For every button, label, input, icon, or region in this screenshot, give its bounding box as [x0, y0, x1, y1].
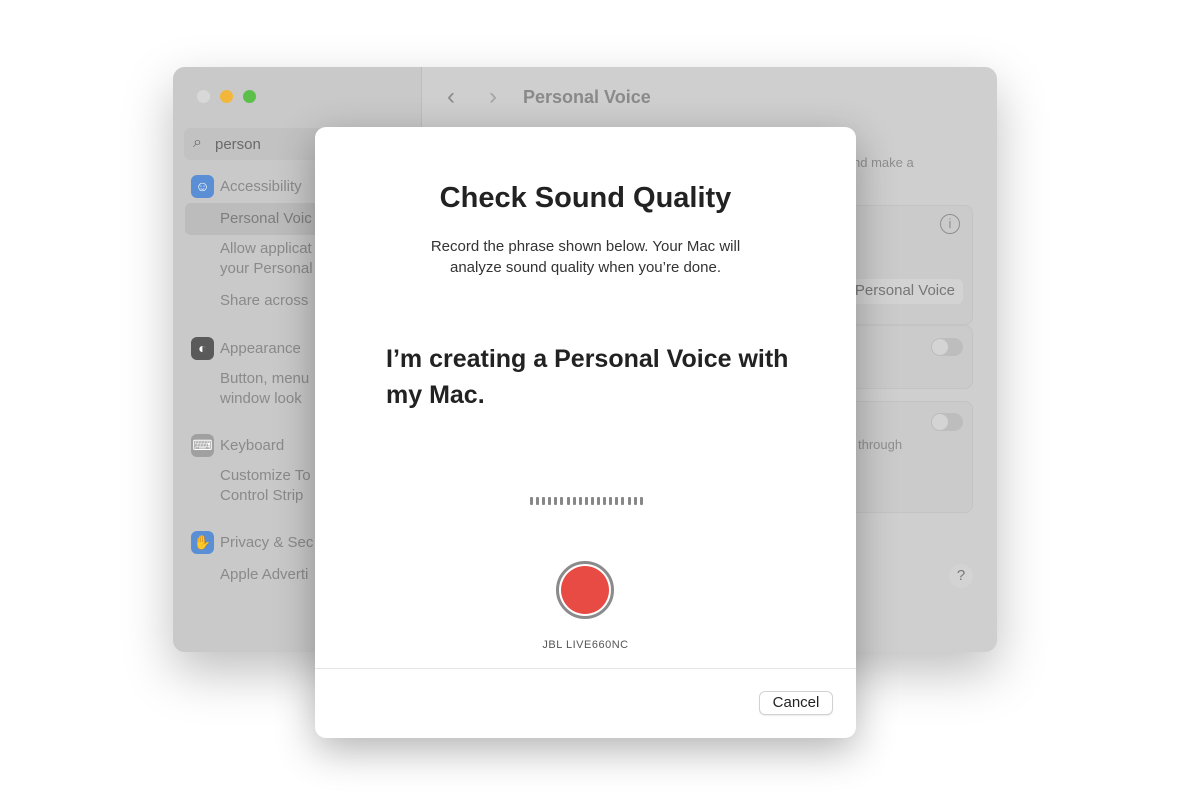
- sidebar-section-keyboard[interactable]: Keyboard: [220, 436, 284, 456]
- sidebar-item-share-across[interactable]: Share across: [220, 291, 308, 311]
- hand-icon: ✋: [191, 531, 214, 554]
- appearance-icon: ◐: [191, 337, 214, 360]
- item-label: Allow applicat: [220, 240, 312, 257]
- keyboard-icon: ⌨: [191, 434, 214, 457]
- close-window-button[interactable]: [197, 90, 210, 103]
- toggle-switch[interactable]: [931, 338, 963, 356]
- forward-button[interactable]: ›: [489, 83, 497, 111]
- record-button[interactable]: [556, 561, 614, 619]
- level-bar: [615, 497, 619, 505]
- page-title: Personal Voice: [523, 87, 651, 107]
- back-button[interactable]: ‹: [447, 83, 455, 111]
- sidebar-section-privacy[interactable]: Privacy & Sec: [220, 533, 313, 553]
- sidebar-section-appearance[interactable]: Appearance: [220, 339, 301, 359]
- item-label: Button, menu: [220, 370, 310, 387]
- level-bar: [572, 497, 576, 505]
- sidebar-item-button-menu[interactable]: Button, menu window look: [220, 369, 309, 409]
- item-label: window look: [220, 390, 302, 407]
- sidebar-item-personal-voice[interactable]: Personal Voic: [220, 209, 312, 229]
- level-bar: [578, 497, 582, 505]
- level-bar: [609, 497, 613, 505]
- level-bar: [621, 497, 625, 505]
- subtitle-line: Record the phrase shown below. Your Mac …: [430, 238, 741, 255]
- sidebar-item-apple-advertising[interactable]: Apple Adverti: [220, 565, 308, 585]
- sidebar-section-accessibility[interactable]: Accessibility: [220, 177, 302, 197]
- dialog-subtitle: Record the phrase shown below. Your Mac …: [395, 236, 776, 278]
- help-button[interactable]: ?: [949, 564, 973, 588]
- setting-description: through: [858, 437, 903, 452]
- level-bar: [542, 497, 546, 505]
- search-icon: ⌕: [193, 134, 202, 151]
- sidebar-item-customize[interactable]: Customize To Control Strip: [220, 466, 311, 506]
- zoom-window-button[interactable]: [243, 90, 256, 103]
- create-personal-voice-button[interactable]: Personal Voice: [845, 279, 963, 304]
- input-device-label: JBL LIVE660NC: [542, 639, 629, 651]
- description-text: nd make a: [853, 155, 914, 170]
- level-bar: [548, 497, 552, 505]
- level-bar: [566, 497, 570, 505]
- level-bar: [627, 497, 631, 505]
- item-label: Control Strip: [220, 487, 304, 504]
- level-bar: [639, 497, 643, 505]
- sidebar-item-allow-applications[interactable]: Allow applicat your Personal: [220, 239, 313, 279]
- level-bar: [560, 497, 564, 505]
- subtitle-line: analyze sound quality when you’re done.: [449, 259, 722, 276]
- toggle-switch[interactable]: [931, 413, 963, 431]
- level-bar: [536, 497, 540, 505]
- info-icon[interactable]: i: [940, 214, 960, 234]
- minimize-window-button[interactable]: [220, 90, 233, 103]
- item-label: your Personal: [220, 260, 313, 277]
- record-icon: [561, 566, 609, 614]
- dialog-title: Check Sound Quality: [439, 182, 732, 214]
- level-bar: [633, 497, 637, 505]
- check-sound-quality-dialog: Check Sound Quality Record the phrase sh…: [315, 127, 856, 738]
- footer-divider: [315, 668, 856, 669]
- search-input[interactable]: person: [215, 136, 261, 153]
- item-label: Customize To: [220, 467, 311, 484]
- cancel-button[interactable]: Cancel: [759, 691, 833, 715]
- audio-level-meter: [530, 497, 643, 505]
- level-bar: [603, 497, 607, 505]
- phrase-to-record: I’m creating a Personal Voice with my Ma…: [386, 345, 789, 409]
- level-bar: [597, 497, 601, 505]
- level-bar: [590, 497, 594, 505]
- level-bar: [554, 497, 558, 505]
- level-bar: [584, 497, 588, 505]
- accessibility-icon: ☺: [191, 175, 214, 198]
- level-bar: [530, 497, 533, 505]
